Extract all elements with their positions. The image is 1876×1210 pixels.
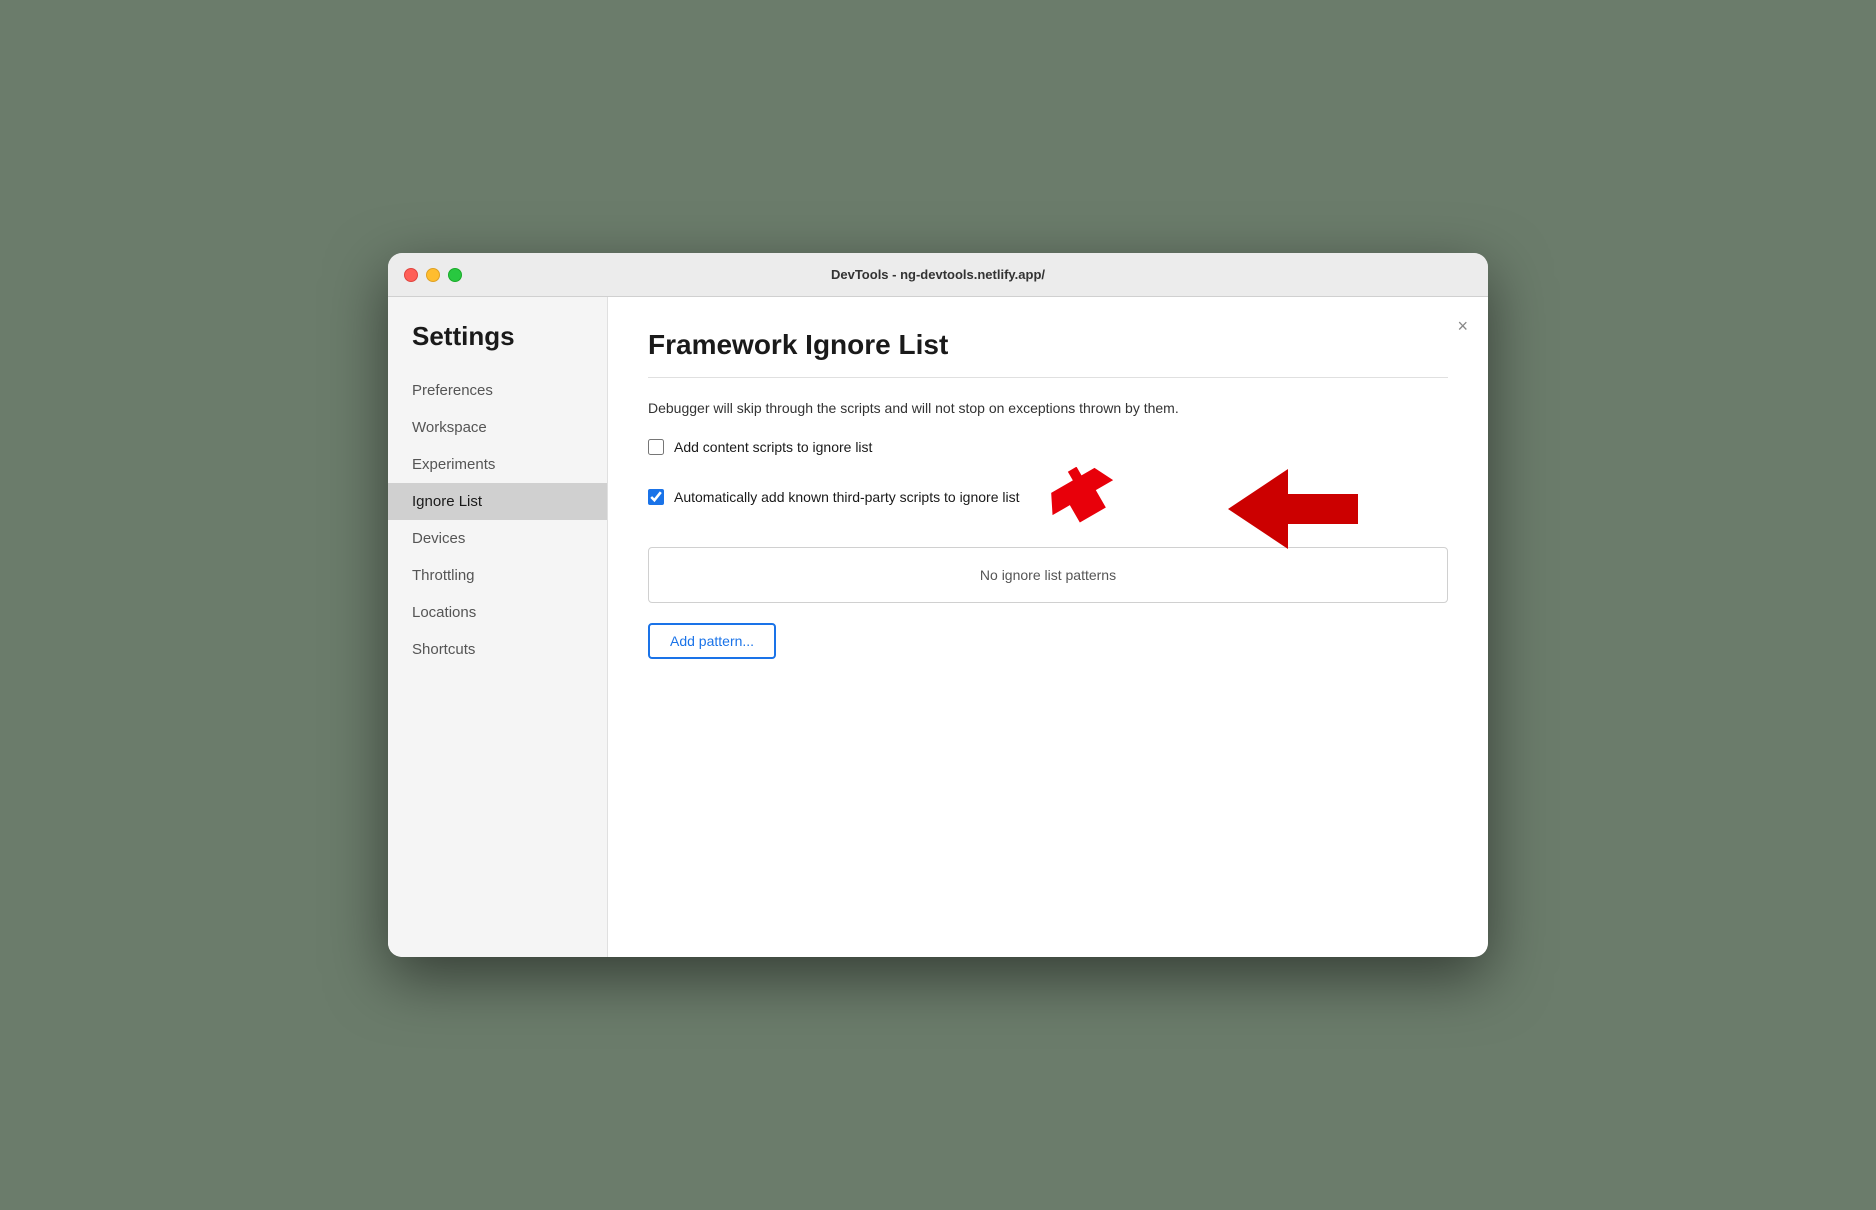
ignore-list-box: No ignore list patterns [648,547,1448,603]
add-content-scripts-label: Add content scripts to ignore list [674,439,872,455]
add-content-scripts-checkbox[interactable] [648,439,664,455]
traffic-lights [404,268,462,282]
sidebar-heading: Settings [388,321,607,372]
main-content: × Framework Ignore List Debugger will sk… [608,297,1488,957]
sidebar-item-workspace[interactable]: Workspace [388,409,607,446]
sidebar-item-shortcuts[interactable]: Shortcuts [388,631,607,668]
section-divider [648,377,1448,378]
window-content: Settings Preferences Workspace Experimen… [388,297,1488,957]
titlebar: DevTools - ng-devtools.netlify.app/ [388,253,1488,297]
close-button[interactable]: × [1457,317,1468,335]
add-pattern-button[interactable]: Add pattern... [648,623,776,659]
sidebar-item-throttling[interactable]: Throttling [388,557,607,594]
sidebar: Settings Preferences Workspace Experimen… [388,297,608,957]
auto-add-third-party-checkbox[interactable] [648,489,664,505]
titlebar-title: DevTools - ng-devtools.netlify.app/ [831,267,1045,282]
sidebar-item-experiments[interactable]: Experiments [388,446,607,483]
sidebar-item-preferences[interactable]: Preferences [388,372,607,409]
checkbox-row-1: Add content scripts to ignore list [648,439,1448,455]
window: DevTools - ng-devtools.netlify.app/ Sett… [388,253,1488,957]
minimize-traffic-light[interactable] [426,268,440,282]
sidebar-item-locations[interactable]: Locations [388,594,607,631]
auto-add-third-party-label: Automatically add known third-party scri… [674,489,1019,505]
maximize-traffic-light[interactable] [448,268,462,282]
close-traffic-light[interactable] [404,268,418,282]
red-arrow-annotation [1039,467,1129,527]
sidebar-item-ignore-list[interactable]: Ignore List [388,483,607,520]
red-arrow-svg [1228,469,1358,549]
ignore-list-empty-text: No ignore list patterns [980,567,1116,583]
description-text: Debugger will skip through the scripts a… [648,398,1448,419]
sidebar-item-devices[interactable]: Devices [388,520,607,557]
page-title: Framework Ignore List [648,329,1448,361]
